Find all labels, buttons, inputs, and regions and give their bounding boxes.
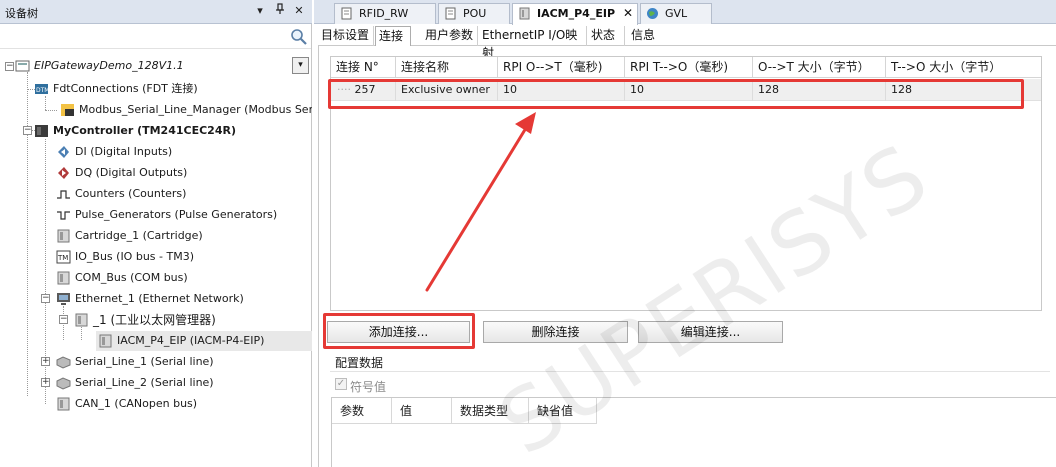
tree-node-serial-line-2[interactable]: Serial_Line_2 (Serial line) <box>56 373 214 393</box>
tree-node-counters[interactable]: Counters (Counters) <box>56 184 186 204</box>
collapse-toggle-manager[interactable]: − <box>59 315 68 324</box>
tree-node-controller[interactable]: MyController (TM241CEC24R) <box>34 121 236 141</box>
expand-toggle-serial-1[interactable]: + <box>41 357 50 366</box>
tree-node-iacm-p4-eip[interactable]: IACM_P4_EIP (IACM-P4-EIP) <box>96 331 312 351</box>
row-highlight-box <box>328 79 1024 109</box>
symbolic-value-label: 符号值 <box>350 380 387 394</box>
module-icon <box>57 229 70 243</box>
search-icon[interactable] <box>290 28 308 46</box>
close-tab-icon[interactable]: ✕ <box>623 4 633 23</box>
tree-node-project[interactable]: EIPGatewayDemo_128V1.1 <box>15 56 290 76</box>
fdt-icon: DTM <box>35 84 49 94</box>
tree-node-io-bus[interactable]: TM IO_Bus (IO bus - TM3) <box>56 247 194 267</box>
tab-information[interactable]: 信息 <box>628 26 664 46</box>
column-header[interactable]: 连接名称 <box>396 57 498 78</box>
column-header[interactable]: RPI T-->O（毫秒) <box>625 57 753 78</box>
tree-node-fdt-connections[interactable]: DTM FdtConnections (FDT 连接) <box>34 79 198 99</box>
column-header[interactable]: 值 <box>392 398 452 424</box>
tab-pou[interactable]: POU <box>438 3 510 24</box>
module-icon <box>75 313 88 327</box>
tree-node-serial-line-1[interactable]: Serial_Line_1 (Serial line) <box>56 352 214 372</box>
tree-search-bar[interactable] <box>0 25 311 49</box>
config-separator <box>330 371 1050 372</box>
device-tree-panel: 设备树 ▾ ✕ − − − − + + ▾ EIPGatewayDemo_128… <box>0 0 312 467</box>
tab-gvl[interactable]: GVL <box>640 3 712 24</box>
ethernet-icon <box>57 293 70 305</box>
column-header[interactable]: 数据类型 <box>452 398 529 424</box>
tree-node-pulse-generators[interactable]: Pulse_Generators (Pulse Generators) <box>56 205 277 225</box>
svg-text:DTM: DTM <box>36 87 49 94</box>
delete-connection-button[interactable]: 删除连接 <box>483 321 628 343</box>
io-bus-icon: TM <box>56 250 71 264</box>
column-header[interactable]: 连接 N° <box>331 57 396 78</box>
column-header[interactable]: 参数 <box>332 398 392 424</box>
column-header[interactable]: T-->O 大小（字节） <box>886 57 1041 78</box>
svg-text:TM: TM <box>57 254 68 262</box>
column-header[interactable]: 缺省值 <box>529 398 597 424</box>
module-icon <box>519 7 530 20</box>
tree-node-digital-outputs[interactable]: DQ (Digital Outputs) <box>56 163 187 183</box>
add-button-highlight-box <box>323 313 475 349</box>
edit-connection-button[interactable]: 编辑连接... <box>638 321 783 343</box>
panel-menu-icon[interactable]: ▾ <box>252 3 268 19</box>
column-header[interactable]: O-->T 大小（字节） <box>753 57 886 78</box>
tab-connections[interactable]: 连接 <box>375 26 411 46</box>
module-icon <box>57 271 70 285</box>
config-parameters-table: 参数 值 数据类型 缺省值 <box>331 397 1056 467</box>
tab-user-parameters[interactable]: 用户参数 <box>422 26 478 46</box>
tree-node-digital-inputs[interactable]: DI (Digital Inputs) <box>56 142 172 162</box>
column-header[interactable]: RPI O-->T（毫秒) <box>498 57 625 78</box>
tab-status[interactable]: 状态 <box>588 26 625 46</box>
panel-title: 设备树 <box>5 7 38 20</box>
document-tab-bar: RFID_RW POU IACM_P4_EIP ✕ GVL <box>314 0 1056 25</box>
config-data-title: 配置数据 <box>335 356 384 370</box>
tree-guide-line <box>27 72 28 396</box>
module-icon <box>99 334 112 348</box>
digital-output-icon <box>58 167 69 179</box>
collapse-toggle-controller[interactable]: − <box>23 126 32 135</box>
expand-toggle-serial-2[interactable]: + <box>41 378 50 387</box>
document-icon <box>341 7 352 20</box>
symbolic-value-checkbox[interactable]: ✓ <box>335 378 347 390</box>
tab-iacm-p4-eip[interactable]: IACM_P4_EIP ✕ <box>512 3 638 25</box>
globe-icon <box>647 8 658 19</box>
tree-dropdown-button[interactable]: ▾ <box>292 57 309 74</box>
tab-ethernetip-io-mapping[interactable]: EthernetIP I/O映射 <box>479 26 587 60</box>
document-icon <box>445 7 456 20</box>
close-icon[interactable]: ✕ <box>291 3 307 19</box>
modbus-icon <box>61 104 74 116</box>
collapse-toggle-project[interactable]: − <box>5 62 14 71</box>
tree-node-com-bus[interactable]: COM_Bus (COM bus) <box>56 268 188 288</box>
counter-icon <box>57 190 70 199</box>
tree-node-can-bus[interactable]: CAN_1 (CANopen bus) <box>56 394 197 414</box>
pin-icon[interactable] <box>272 3 288 19</box>
collapse-toggle-ethernet[interactable]: − <box>41 294 50 303</box>
module-icon <box>57 397 70 411</box>
pulse-icon <box>57 211 70 220</box>
tree-node-ethernet[interactable]: Ethernet_1 (Ethernet Network) <box>56 289 244 309</box>
controller-icon <box>35 125 48 137</box>
digital-input-icon <box>58 146 69 158</box>
tree-node-modbus-manager[interactable]: Modbus_Serial_Line_Manager (Modbus Seria… <box>60 100 312 120</box>
tree-node-ethernet-manager[interactable]: _1 (工业以太网管理器) <box>74 310 216 330</box>
tab-rfid-rw[interactable]: RFID_RW <box>334 3 436 24</box>
tab-target-settings[interactable]: 目标设置 <box>318 26 374 46</box>
panel-title-bar: 设备树 ▾ ✕ <box>0 0 312 24</box>
tree-node-cartridge[interactable]: Cartridge_1 (Cartridge) <box>56 226 203 246</box>
project-icon <box>15 60 30 72</box>
serial-icon <box>56 356 71 369</box>
serial-icon <box>56 377 71 390</box>
